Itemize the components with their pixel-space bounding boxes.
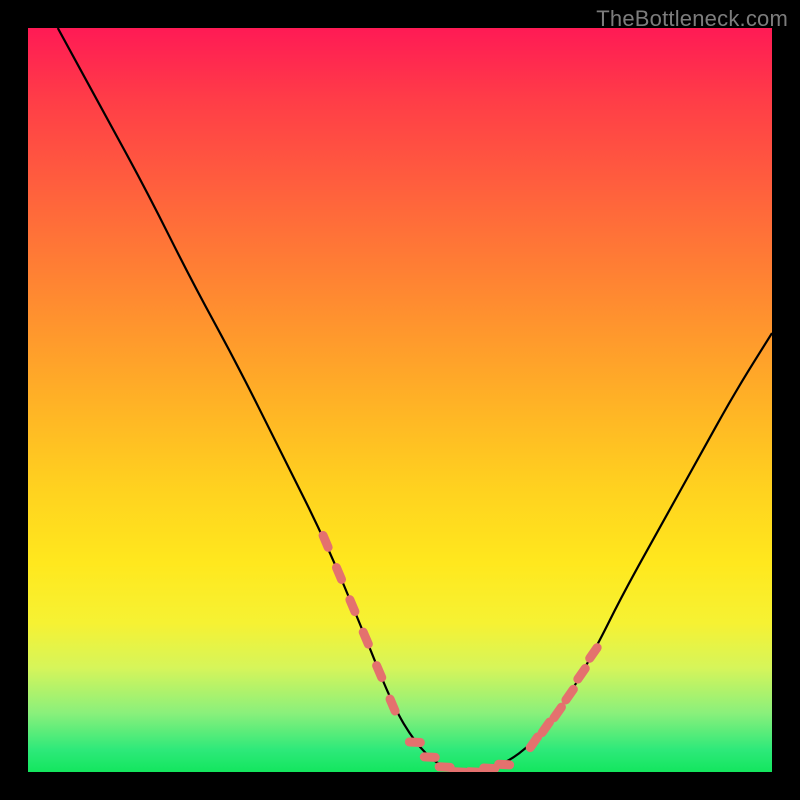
highlight-dash	[548, 701, 568, 724]
plot-area	[28, 28, 772, 772]
curve-group	[58, 28, 772, 772]
bottleneck-curve	[58, 28, 772, 772]
highlight-dash	[317, 529, 334, 553]
chart-frame: TheBottleneck.com	[0, 0, 800, 800]
highlight-dash	[572, 662, 592, 685]
highlight-dash	[583, 641, 603, 664]
highlight-group	[317, 529, 603, 772]
highlight-dash	[357, 626, 374, 650]
highlight-dash	[371, 660, 388, 684]
highlight-dash	[494, 760, 514, 770]
highlight-dash	[344, 594, 361, 618]
highlight-dash	[331, 562, 348, 586]
highlight-dash	[560, 683, 580, 706]
highlight-dash	[384, 693, 401, 717]
highlight-dash	[405, 737, 425, 747]
highlight-dash	[420, 752, 440, 762]
chart-svg	[28, 28, 772, 772]
